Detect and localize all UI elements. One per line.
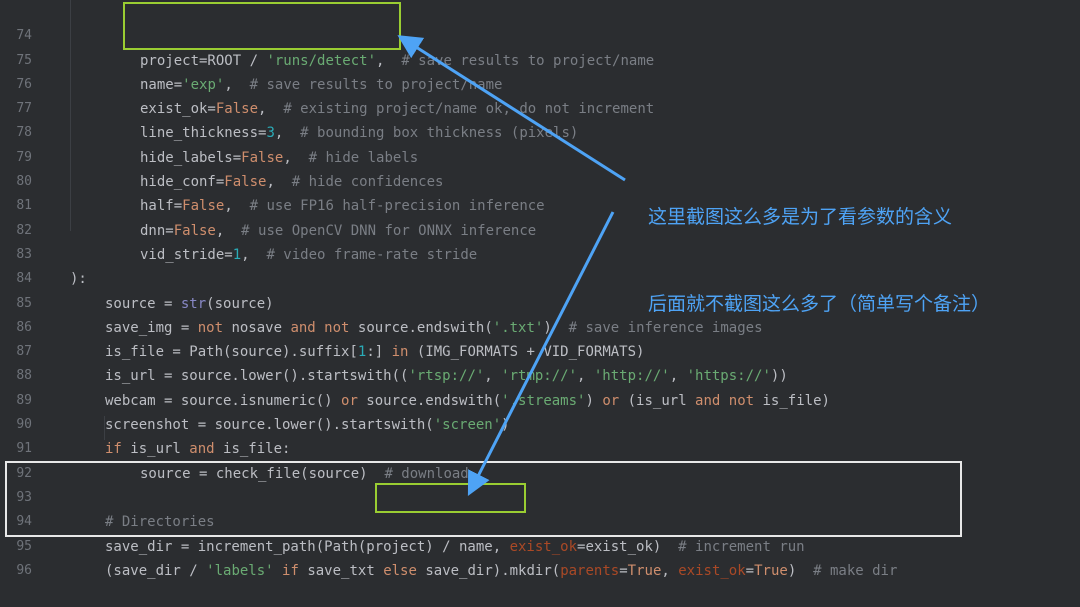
annotation-line-1: 这里截图这么多是为了看参数的含义 <box>648 206 953 228</box>
arrow-to-project-name <box>467 211 615 497</box>
line-number: 96 <box>16 562 32 578</box>
arrow-to-params <box>397 35 626 182</box>
annotation-line-2: 后面就不截图这么多了（简单写个备注） <box>648 293 991 315</box>
code-editor[interactable]: 74 project=ROOT / 'runs/detect', # save … <box>0 0 1080 579</box>
annotation-note: 这里截图这么多是为了看参数的含义 后面就不截图这么多了（简单写个备注） <box>648 145 990 377</box>
